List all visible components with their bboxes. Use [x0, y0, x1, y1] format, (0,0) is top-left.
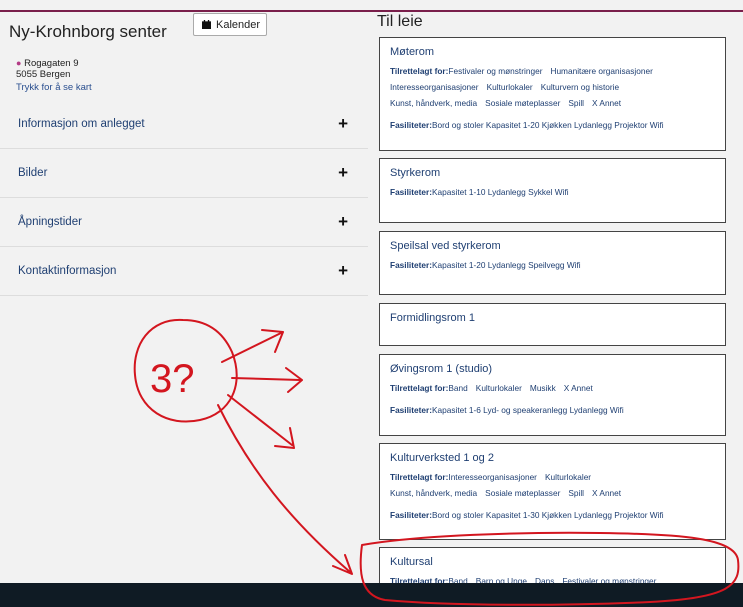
tag: Humanitære organisasjoner	[550, 66, 653, 76]
tilrettelagt-row: Tilrettelagt for:Interesseorganisasjoner…	[390, 469, 715, 485]
tag: X Annet	[592, 488, 622, 498]
page-title: Ny-Krohnborg senter	[9, 22, 167, 41]
rental-card-formidlingsrom[interactable]: Formidlingsrom 1	[379, 303, 726, 346]
info-accordion: Informasjon om anlegget + Bilder + Åpnin…	[0, 100, 368, 296]
tag: Kunst, håndverk, media	[390, 488, 478, 498]
tag: X Annet	[592, 98, 622, 108]
tag: Kunst, håndverk, media	[390, 98, 478, 108]
card-title[interactable]: Møterom	[390, 46, 715, 58]
card-title[interactable]: Styrkerom	[390, 167, 715, 179]
accordion-label: Bilder	[18, 167, 48, 179]
address-city: 5055 Bergen	[16, 69, 71, 80]
fasiliteter-label: Fasiliteter:	[390, 510, 432, 520]
annotation-arrow-1	[221, 329, 284, 363]
rental-card-moterom[interactable]: Møterom Tilrettelagt for:Festivaler og m…	[379, 37, 726, 151]
calendar-icon	[202, 20, 211, 29]
fasiliteter-row: Fasiliteter:Kapasitet 1-20 Lydanlegg Spe…	[390, 257, 715, 273]
map-link[interactable]: Trykk for å se kart	[16, 82, 92, 93]
rental-card-kulturverksted[interactable]: Kulturverksted 1 og 2 Tilrettelagt for:I…	[379, 443, 726, 540]
address-block: ● Rogagaten 9 5055 Bergen Trykk for å se…	[16, 58, 92, 93]
tag: Interesseorganisasjoner	[448, 472, 537, 482]
tilrettelagt-label: Tilrettelagt for:	[390, 472, 449, 482]
annotation-arrow-4	[217, 404, 353, 575]
fasiliteter-row: Fasiliteter:Bord og stoler Kapasitet 1-3…	[390, 507, 715, 523]
accordion-item-informasjon[interactable]: Informasjon om anlegget +	[0, 100, 368, 149]
accordion-item-apningstider[interactable]: Åpningstider +	[0, 198, 368, 247]
fasiliteter-value: Bord og stoler Kapasitet 1-30 Kjøkken Ly…	[431, 510, 664, 520]
fasiliteter-row: Fasiliteter:Bord og stoler Kapasitet 1-2…	[390, 117, 715, 133]
card-title[interactable]: Speilsal ved styrkerom	[390, 240, 715, 252]
tilrettelagt-row: Kunst, håndverk, media Sosiale møteplasse…	[390, 485, 715, 501]
plus-icon[interactable]: +	[338, 163, 348, 183]
tilrettelagt-row: Tilrettelagt for:Festivaler og mønstring…	[390, 63, 715, 79]
fasiliteter-label: Fasiliteter:	[390, 120, 432, 130]
fasiliteter-label: Fasiliteter:	[390, 187, 432, 197]
rental-card-styrkerom[interactable]: Styrkerom Fasiliteter:Kapasitet 1-10 Lyd…	[379, 158, 726, 223]
fasiliteter-value: Kapasitet 1-6 Lyd- og speakeranlegg Lyda…	[431, 405, 624, 415]
accordion-item-bilder[interactable]: Bilder +	[0, 149, 368, 198]
tag: Kulturlokaler	[544, 472, 592, 482]
annotation-circle	[133, 318, 238, 423]
tag: Sosiale møteplasser	[485, 98, 561, 108]
annotation-arrow-2	[231, 367, 303, 393]
tilrettelagt-label: Tilrettelagt for:	[390, 66, 449, 76]
tilrettelagt-row: Kunst, håndverk, media Sosiale møteplasse…	[390, 95, 715, 111]
tag: Kulturlokaler	[486, 82, 533, 92]
tag: Kulturvern og historie	[540, 82, 620, 92]
card-title[interactable]: Øvingsrom 1 (studio)	[390, 363, 715, 375]
address-street: Rogagaten 9	[24, 58, 79, 69]
annotation-text: 3?	[150, 357, 195, 401]
top-accent-line	[0, 10, 743, 12]
tilrettelagt-label: Tilrettelagt for:	[390, 383, 449, 393]
tag: Musikk	[529, 383, 556, 393]
rental-card-speilsal[interactable]: Speilsal ved styrkerom Fasiliteter:Kapas…	[379, 231, 726, 295]
tag: Sosiale møteplasser	[485, 488, 561, 498]
plus-icon[interactable]: +	[338, 261, 348, 281]
tag: Spill	[568, 98, 585, 108]
accordion-label: Åpningstider	[18, 216, 82, 228]
card-title[interactable]: Formidlingsrom 1	[390, 312, 715, 324]
fasiliteter-row: Fasiliteter:Kapasitet 1-6 Lyd- og speake…	[390, 402, 715, 418]
tag: Band	[448, 383, 468, 393]
location-pin-icon: ●	[16, 58, 22, 68]
calendar-button[interactable]: Kalender	[193, 13, 267, 36]
tilrettelagt-row: Tilrettelagt for:Band Kulturlokaler Musikk…	[390, 380, 715, 396]
rental-card-ovingsrom[interactable]: Øvingsrom 1 (studio) Tilrettelagt for:Ba…	[379, 354, 726, 436]
calendar-button-label: Kalender	[216, 18, 261, 31]
taskbar	[0, 583, 743, 607]
fasiliteter-label: Fasiliteter:	[390, 260, 432, 270]
fasiliteter-label: Fasiliteter:	[390, 405, 432, 415]
card-title[interactable]: Kulturverksted 1 og 2	[390, 452, 715, 464]
rent-heading: Til leie	[377, 13, 423, 30]
plus-icon[interactable]: +	[338, 212, 348, 232]
tag: Interesseorganisasjoner	[390, 82, 479, 92]
annotation-arrow-3	[227, 394, 295, 449]
accordion-label: Kontaktinformasjon	[18, 265, 117, 277]
plus-icon[interactable]: +	[338, 114, 348, 134]
tilrettelagt-row: Interesseorganisasjoner Kulturlokaler Kult…	[390, 79, 715, 95]
accordion-label: Informasjon om anlegget	[18, 118, 145, 130]
fasiliteter-value: Kapasitet 1-20 Lydanlegg Speilvegg Wifi	[431, 260, 581, 270]
fasiliteter-value: Bord og stoler Kapasitet 1-20 Kjøkken Ly…	[431, 120, 664, 130]
fasiliteter-value: Kapasitet 1-10 Lydanlegg Sykkel Wifi	[431, 187, 569, 197]
fasiliteter-row: Fasiliteter:Kapasitet 1-10 Lydanlegg Syk…	[390, 184, 715, 200]
accordion-item-kontaktinformasjon[interactable]: Kontaktinformasjon +	[0, 247, 368, 296]
card-title[interactable]: Kultursal	[390, 556, 715, 568]
tag: Festivaler og mønstringer	[448, 66, 543, 76]
tag: Kulturlokaler	[475, 383, 522, 393]
tag: Spill	[568, 488, 585, 498]
tag: X Annet	[563, 383, 593, 393]
